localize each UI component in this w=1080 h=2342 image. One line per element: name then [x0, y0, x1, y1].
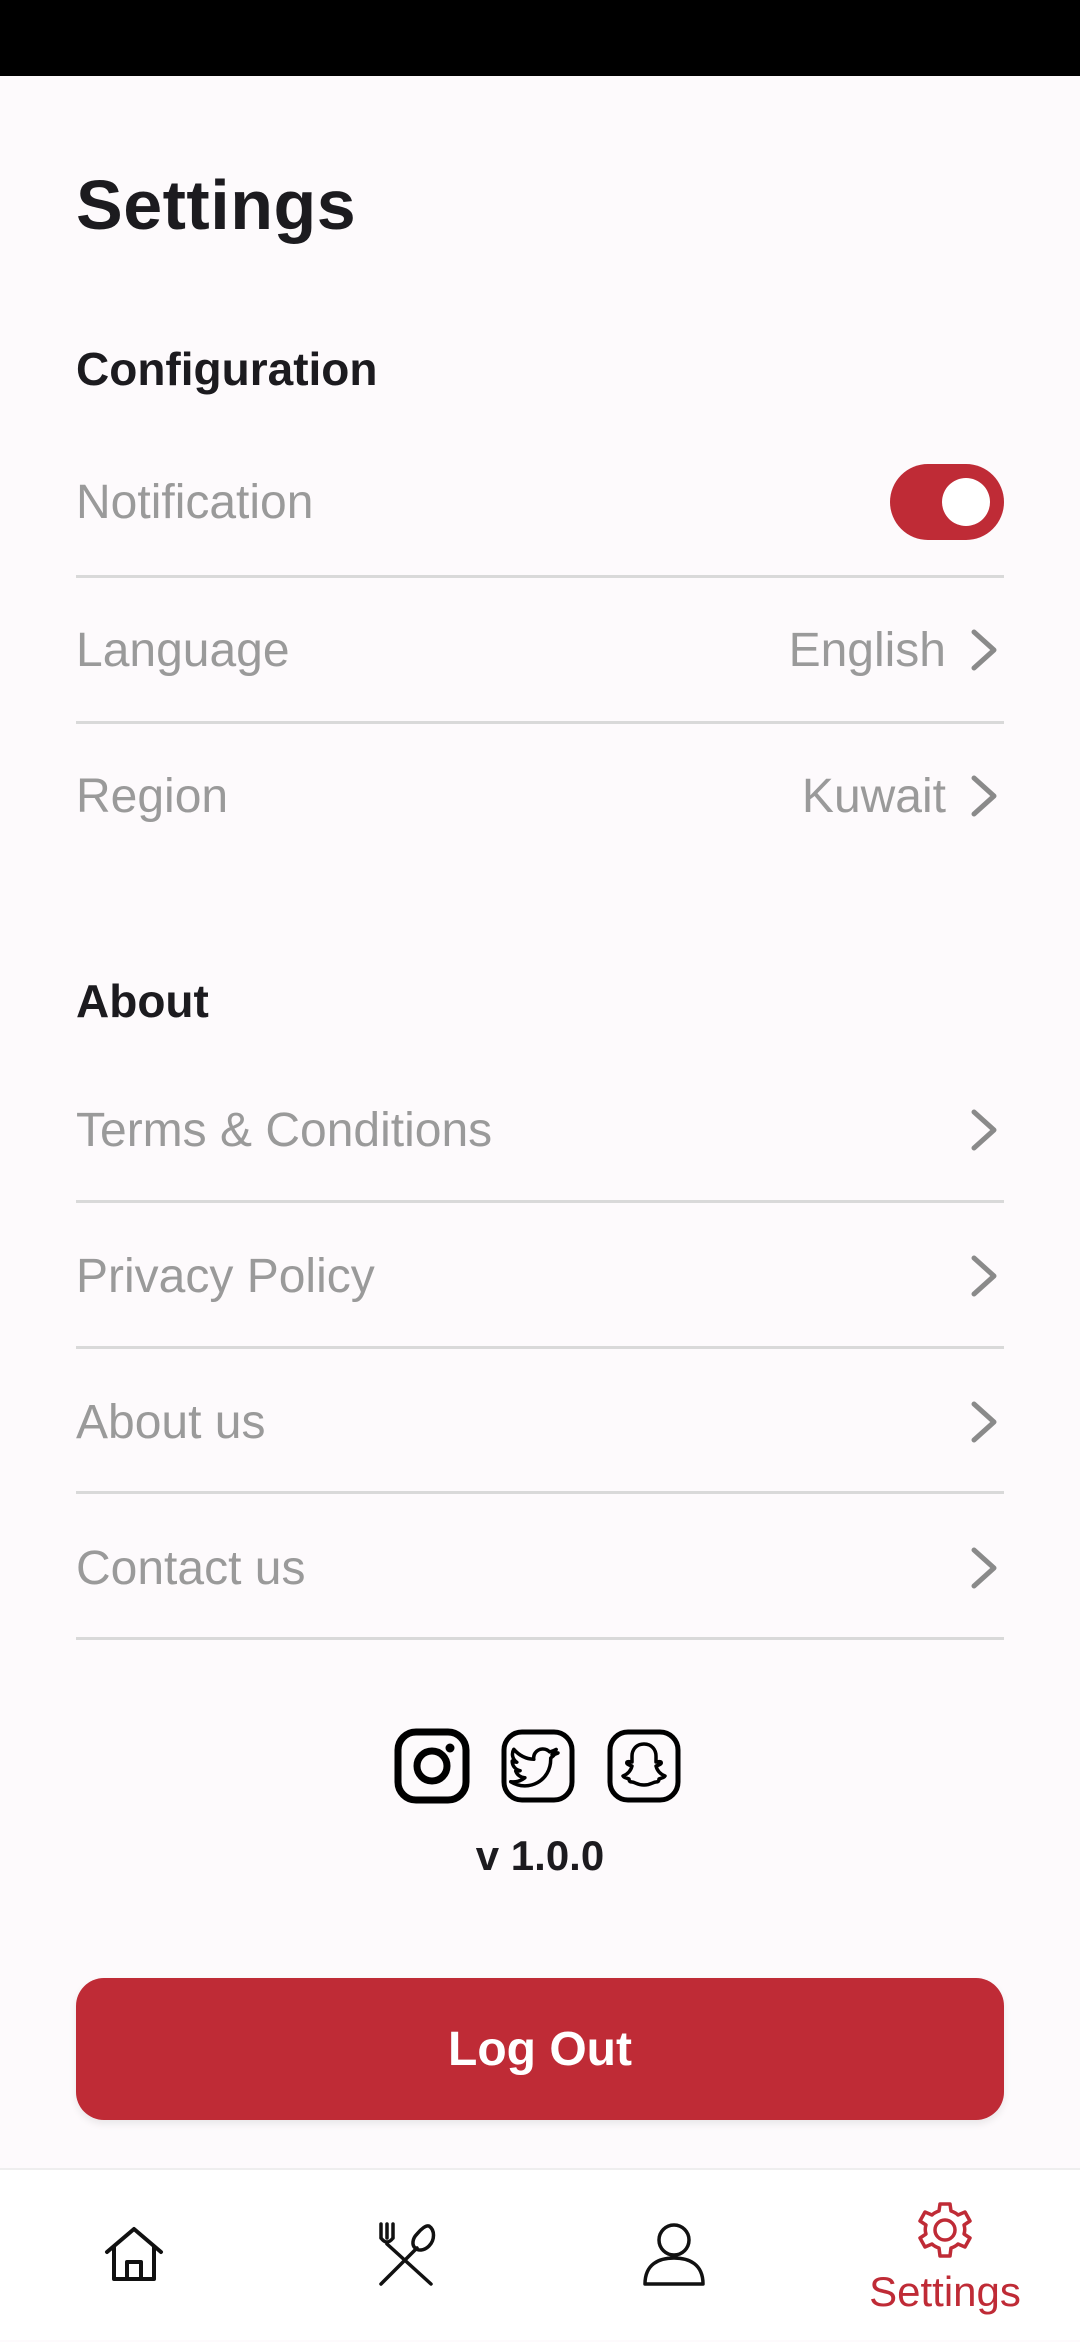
section-title-configuration: Configuration [76, 343, 378, 395]
chevron-right-icon [964, 625, 1004, 675]
logout-button[interactable]: Log Out [76, 1978, 1004, 2120]
divider [76, 1200, 1004, 1203]
status-bar [0, 0, 1080, 76]
language-row[interactable]: Language English [76, 620, 1004, 680]
divider [76, 1346, 1004, 1349]
chevron-right-icon [964, 1251, 1004, 1301]
twitter-icon[interactable] [500, 1728, 576, 1804]
notification-toggle[interactable] [890, 464, 1004, 540]
region-value: Kuwait [801, 769, 946, 823]
region-label: Region [76, 769, 229, 823]
section-title-about: About [76, 975, 209, 1027]
instagram-icon[interactable] [394, 1728, 470, 1804]
language-label: Language [76, 623, 290, 677]
home-icon [101, 2224, 167, 2289]
chevron-right-icon [964, 1543, 1004, 1593]
divider [76, 1637, 1004, 1640]
privacy-label: Privacy Policy [76, 1249, 375, 1303]
bottom-nav: Settings [0, 2168, 1080, 2340]
about-item-terms[interactable]: Terms & Conditions [76, 1100, 1004, 1160]
nav-item-settings[interactable]: Settings [860, 2170, 1030, 2342]
chevron-right-icon [964, 771, 1004, 821]
about-item-about-us[interactable]: About us [76, 1392, 1004, 1452]
notification-label: Notification [76, 475, 314, 529]
divider [76, 575, 1004, 578]
terms-label: Terms & Conditions [76, 1103, 493, 1157]
about-item-privacy[interactable]: Privacy Policy [76, 1246, 1004, 1306]
snapchat-icon[interactable] [606, 1728, 682, 1804]
gear-icon [913, 2197, 977, 2266]
app-version: v 1.0.0 [475, 1832, 605, 1879]
about-item-contact-us[interactable]: Contact us [76, 1538, 1004, 1598]
social-links [394, 1728, 682, 1804]
toggle-knob [942, 478, 990, 526]
nav-label-settings: Settings [869, 2267, 1021, 2315]
contact-us-label: Contact us [76, 1541, 306, 1595]
language-value: English [788, 623, 946, 677]
page-title: Settings [76, 166, 357, 244]
nav-item-profile[interactable] [614, 2170, 734, 2342]
divider [76, 721, 1004, 724]
divider [76, 1491, 1004, 1494]
fork-knife-icon [373, 2220, 439, 2293]
chevron-right-icon [964, 1397, 1004, 1447]
notification-row: Notification [76, 464, 1004, 540]
about-us-label: About us [76, 1395, 266, 1449]
nav-item-home[interactable] [74, 2170, 194, 2342]
nav-item-menu[interactable] [346, 2170, 466, 2342]
chevron-right-icon [964, 1105, 1004, 1155]
profile-icon [641, 2220, 707, 2293]
region-row[interactable]: Region Kuwait [76, 766, 1004, 826]
